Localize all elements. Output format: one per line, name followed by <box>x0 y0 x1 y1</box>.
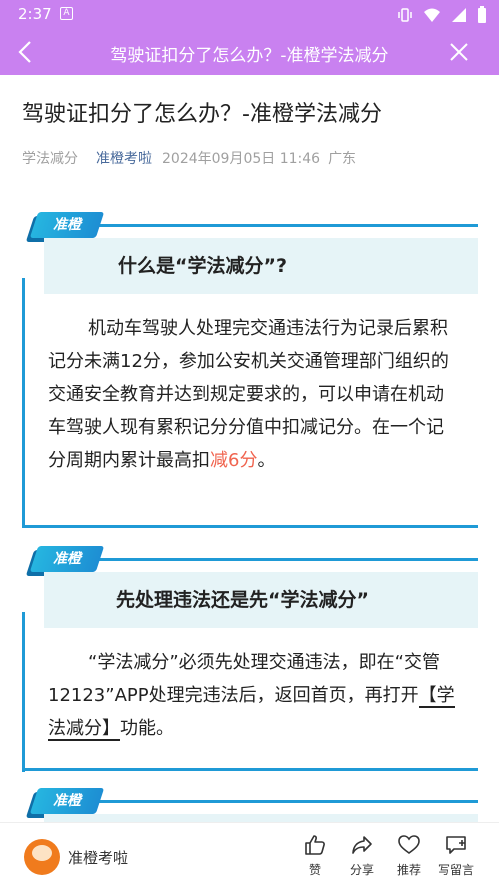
section-left-bar <box>22 278 25 528</box>
section-body: 机动车驾驶人处理完交通违法行为记录后累积记分未满12分，参加公安机关交通管理部门… <box>48 312 460 477</box>
section-body-text: 机动车驾驶人处理完交通违法行为记录后累积记分未满12分，参加公安机关交通管理部门… <box>48 318 449 471</box>
notification-icon: A <box>60 7 73 20</box>
section-left-bar <box>22 612 25 772</box>
comment-add-icon <box>446 836 466 854</box>
recommend-label: 推荐 <box>396 863 421 877</box>
status-bar: 2:37 A <box>0 0 499 30</box>
comment-button[interactable]: 写留言 <box>431 833 481 878</box>
section-body-end: 功能。 <box>120 718 174 739</box>
heart-icon <box>398 835 420 854</box>
recommend-button[interactable]: 推荐 <box>384 833 434 878</box>
section-top-line <box>82 800 478 803</box>
section-body-text: “学法减分”必须先处理交通违法，即在“交管12123”APP处理完违法后，返回首… <box>48 652 440 706</box>
section-heading: 什么是“学法减分”? <box>44 238 478 294</box>
section-body-highlight: 减6分 <box>210 450 258 471</box>
article-title: 驾驶证扣分了怎么办？-准橙学法减分 <box>22 102 382 127</box>
avatar[interactable] <box>24 839 60 875</box>
wifi-icon <box>424 8 440 22</box>
section-top-line <box>82 224 478 227</box>
signal-icon <box>452 8 466 22</box>
battery-icon <box>478 6 486 23</box>
share-button[interactable]: 分享 <box>337 833 387 878</box>
thumbs-up-icon <box>305 835 325 855</box>
comment-label: 写留言 <box>437 863 474 877</box>
section-tag: 准橙 <box>29 788 105 814</box>
share-label: 分享 <box>349 863 374 877</box>
like-button[interactable]: 赞 <box>290 833 340 878</box>
nav-bar: 驾驶证扣分了怎么办？-准橙学法减分 <box>0 30 499 75</box>
status-time: 2:37 <box>18 5 52 23</box>
account-name[interactable]: 准橙考啦 <box>68 847 128 868</box>
section-body: “学法减分”必须先处理交通违法，即在“交管12123”APP处理完违法后，返回首… <box>48 646 460 745</box>
section-tag-label: 准橙 <box>53 217 81 233</box>
back-icon[interactable] <box>14 38 38 66</box>
like-label: 赞 <box>308 863 321 877</box>
article-author[interactable]: 准橙考啦 <box>96 151 152 167</box>
article-category[interactable]: 学法减分 <box>22 151 78 167</box>
close-icon[interactable] <box>447 40 471 64</box>
section-card: 准橙 先处理违法还是先“学法减分” “学法减分”必须先处理交通违法，即在“交管1… <box>22 546 478 774</box>
share-icon <box>352 836 372 854</box>
section-heading-text: 先处理违法还是先“学法减分” <box>116 589 369 611</box>
article-location: 广东 <box>328 151 357 167</box>
section-bottom-bar <box>22 768 478 771</box>
bottom-bar: 准橙考啦 赞 分享 推荐 写留言 <box>0 822 499 889</box>
vibrate-icon <box>398 8 412 22</box>
section-tag-label: 准橙 <box>53 551 81 567</box>
avatar-logo <box>32 845 52 861</box>
section-tag: 准橙 <box>29 212 105 238</box>
section-body-end: 。 <box>257 450 276 471</box>
section-tag: 准橙 <box>29 546 105 572</box>
section-card: 准橙 什么是“学法减分”? 机动车驾驶人处理完交通违法行为记录后累积记分未满12… <box>22 212 478 532</box>
section-heading: 先处理违法还是先“学法减分” <box>44 572 478 628</box>
section-bottom-bar <box>22 525 478 528</box>
section-tag-label: 准橙 <box>53 793 81 809</box>
nav-title: 驾驶证扣分了怎么办？-准橙学法减分 <box>110 46 389 66</box>
article-meta: 学法减分 准橙考啦 2024年09月05日 11:46 广东 <box>22 148 364 168</box>
section-heading-text: 什么是“学法减分”? <box>118 255 287 277</box>
section-top-line <box>82 558 478 561</box>
article-datetime: 2024年09月05日 11:46 <box>162 151 321 167</box>
